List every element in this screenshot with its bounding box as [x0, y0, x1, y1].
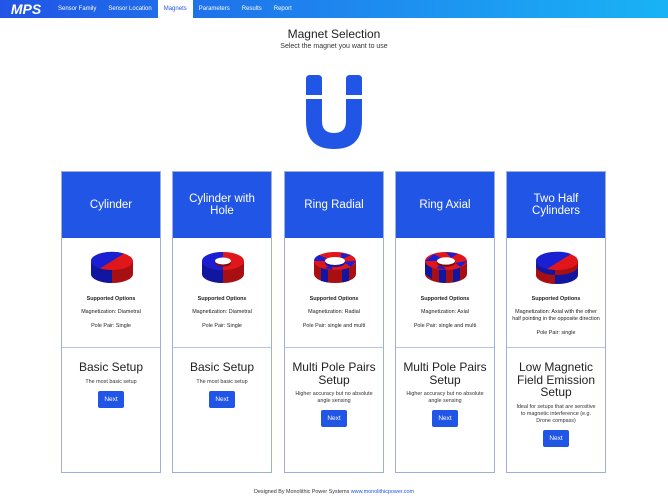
magnet-card-cylinder-with-hole: Cylinder with Hole Supported Options Mag…: [172, 171, 272, 473]
supported-options-heading: Supported Options: [531, 296, 581, 302]
horseshoe-magnet-icon: [306, 75, 362, 149]
next-button-cylinder-with-hole[interactable]: Next: [209, 390, 235, 408]
nav-magnets[interactable]: Magnets: [157, 0, 193, 18]
pole-pair-text: Pole Pair: single and multi: [413, 323, 477, 329]
setup-title: Basic Setup: [189, 360, 255, 374]
cylinder-magnet-image: [90, 251, 133, 283]
magnetization-text: Magnetization: Axial with the other half…: [512, 309, 600, 322]
two-half-cylinders-magnet-image: [535, 251, 578, 284]
magnet-card-two-half-cylinders: Two Half Cylinders Supported Options Mag…: [506, 171, 606, 473]
cylinder-with-hole-magnet-image: [202, 252, 244, 283]
nav-sensor-family[interactable]: Sensor Family: [52, 0, 102, 18]
pole-pair-text: Pole Pair: single: [536, 330, 576, 336]
pole-pair-text: Pole Pair: Single: [202, 323, 242, 329]
card-title: Cylinder with Hole: [173, 172, 271, 238]
pole-pair-text: Pole Pair: Single: [91, 323, 131, 329]
next-button-cylinder[interactable]: Next: [98, 390, 124, 408]
setup-description: The most basic setup: [85, 378, 137, 385]
logo-text: MPS: [11, 2, 42, 16]
setup-description: Ideal for setups that are sensitive to m…: [516, 403, 596, 424]
nav-parameters[interactable]: Parameters: [193, 0, 236, 18]
nav-sensor-location[interactable]: Sensor Location: [102, 0, 157, 18]
mps-logo[interactable]: MPS: [0, 0, 52, 18]
magnet-card-ring-radial: Ring Radial Supported Options Magnetizat…: [284, 171, 384, 473]
supported-options-heading: Supported Options: [86, 296, 136, 302]
footer-link[interactable]: www.monolithicpower.com: [351, 489, 414, 495]
magnetization-text: Magnetization: Axial: [421, 309, 469, 315]
page-title: Magnet Selection: [287, 27, 381, 41]
next-button-ring-radial[interactable]: Next: [321, 410, 347, 427]
magnetization-text: Magnetization: Diametral: [192, 309, 252, 315]
nav-results[interactable]: Results: [236, 0, 268, 18]
magnetization-text: Magnetization: Radial: [308, 309, 360, 315]
magnet-card-cylinder: Cylinder Supported Options Magnetization…: [61, 171, 161, 473]
supported-options-heading: Supported Options: [197, 296, 247, 302]
supported-options-heading: Supported Options: [309, 296, 359, 302]
setup-title: Multi Pole Pairs Setup: [403, 360, 487, 387]
next-button-ring-axial[interactable]: Next: [432, 410, 458, 427]
footer-text: Designed By Monolithic Power Systems: [254, 489, 350, 495]
nav-report[interactable]: Report: [268, 0, 298, 18]
setup-description: Higher accuracy but no absolute angle se…: [295, 391, 373, 404]
mps-logo-mark: MPS: [11, 2, 42, 16]
page-subtitle: Select the magnet you want to use: [280, 43, 388, 50]
setup-title: Basic Setup: [78, 360, 144, 374]
card-title: Ring Radial: [285, 172, 383, 238]
ring-radial-magnet-image: [313, 252, 356, 283]
supported-options-heading: Supported Options: [420, 296, 470, 302]
magnetization-text: Magnetization: Diametral: [81, 309, 141, 315]
card-title: Ring Axial: [396, 172, 494, 238]
setup-title: Low Magnetic Field Emission Setup: [516, 360, 596, 399]
magnet-card-ring-axial: Ring Axial Supported Options Magnetizati…: [395, 171, 495, 473]
pole-pair-text: Pole Pair: single and multi: [302, 323, 366, 329]
setup-title: Multi Pole Pairs Setup: [292, 360, 376, 387]
setup-description: The most basic setup: [196, 378, 248, 385]
next-button-two-half-cylinders[interactable]: Next: [543, 429, 569, 447]
top-navbar: MPS Sensor Family Sensor Location Magnet…: [0, 0, 668, 18]
setup-description: Higher accuracy but no absolute angle se…: [406, 391, 484, 404]
footer: Designed By Monolithic Power Systems www…: [0, 489, 668, 495]
card-title: Two Half Cylinders: [507, 172, 605, 238]
ring-axial-magnet-image: [425, 252, 467, 283]
card-title: Cylinder: [62, 172, 160, 238]
